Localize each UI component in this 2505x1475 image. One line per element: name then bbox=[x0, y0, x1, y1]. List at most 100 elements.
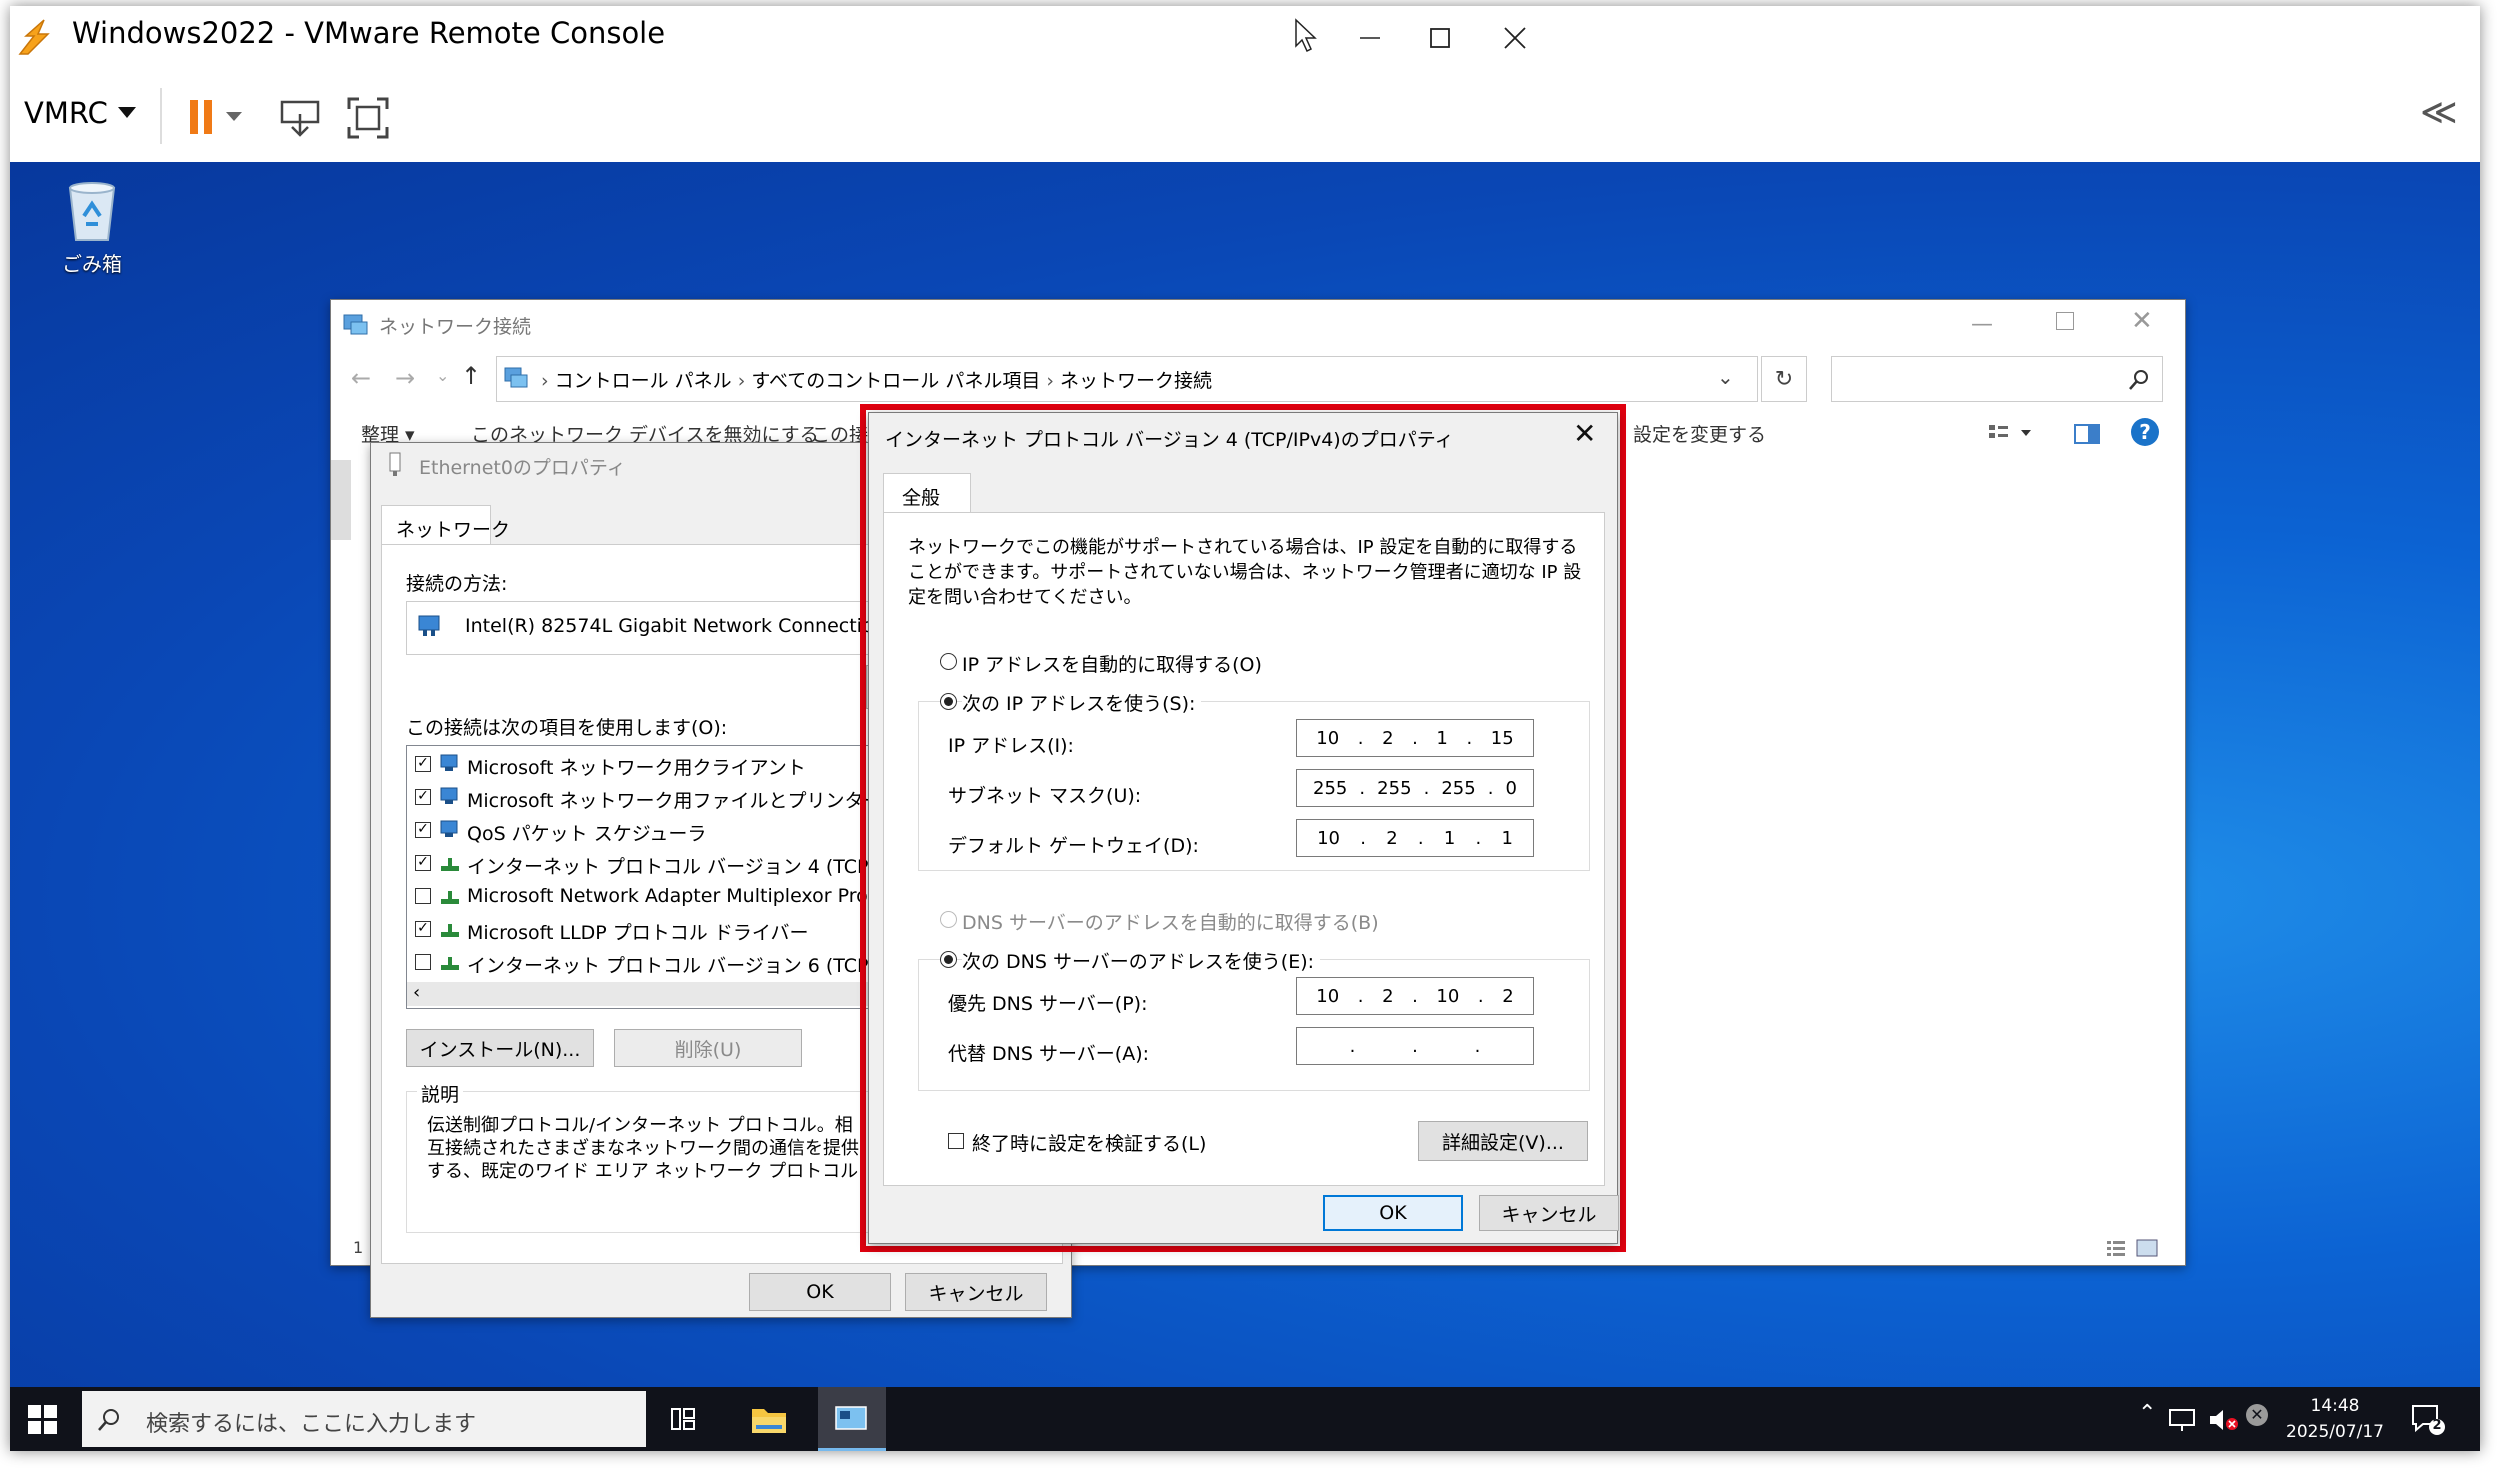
validate-label[interactable]: 終了時に設定を検証する(L) bbox=[972, 1129, 1206, 1156]
protocol-icon bbox=[441, 858, 459, 871]
control-panel-icon bbox=[835, 1406, 867, 1430]
notification-close-icon[interactable]: ✕ bbox=[2246, 1404, 2268, 1426]
tab-general[interactable]: 全般 bbox=[883, 473, 971, 514]
manual-dns-label[interactable]: 次の DNS サーバーのアドレスを使う(E): bbox=[962, 947, 1321, 974]
auto-ip-label[interactable]: IP アドレスを自動的に取得する(O) bbox=[962, 650, 1262, 677]
items-label: この接続は次の項目を使用します(O): bbox=[406, 717, 728, 739]
alternate-dns-label: 代替 DNS サーバー(A): bbox=[948, 1043, 1150, 1065]
send-ctrl-alt-del-icon[interactable] bbox=[278, 96, 322, 140]
breadcrumb-item[interactable]: コントロール パネル bbox=[555, 370, 732, 392]
clock[interactable]: 14:48 2025/07/17 bbox=[2280, 1393, 2390, 1445]
manual-dns-radio[interactable] bbox=[940, 951, 957, 968]
alternate-dns-input[interactable]: ... bbox=[1296, 1027, 1534, 1065]
breadcrumb-item[interactable]: すべてのコントロール パネル項目 bbox=[751, 370, 1040, 392]
clock-date: 2025/07/17 bbox=[2286, 1422, 2384, 1442]
maximize-icon bbox=[1430, 28, 1450, 48]
client-icon bbox=[440, 820, 458, 837]
gateway-input[interactable]: 10. 2. 1. 1 bbox=[1296, 819, 1534, 857]
view-toggle-icons[interactable] bbox=[2105, 1237, 2165, 1259]
tab-network[interactable]: ネットワーク bbox=[381, 505, 510, 546]
change-settings-command[interactable]: 設定を変更する bbox=[1633, 420, 1766, 447]
eth-cancel-button[interactable]: キャンセル bbox=[905, 1273, 1047, 1311]
item-checkbox[interactable]: ✓ bbox=[415, 855, 431, 871]
item-label: インターネット プロトコル バージョン 6 (TCP/IPv6) bbox=[467, 955, 923, 977]
breadcrumb-item[interactable]: ネットワーク接続 bbox=[1060, 370, 1212, 392]
forward-icon[interactable]: → bbox=[395, 364, 415, 392]
recycle-bin-shortcut[interactable]: ごみ箱 bbox=[42, 180, 142, 277]
collapse-library-icon[interactable]: ≪ bbox=[2420, 92, 2458, 133]
ip-address-input[interactable]: 10. 2. 1. 15 bbox=[1296, 719, 1534, 757]
ip-address-label: IP アドレス(I): bbox=[948, 735, 1074, 757]
up-icon[interactable]: ↑ bbox=[461, 362, 481, 390]
scroll-left-icon[interactable]: ‹ bbox=[413, 982, 420, 1003]
maximize-button[interactable] bbox=[1410, 6, 1470, 70]
refresh-icon[interactable]: ↻ bbox=[1761, 356, 1807, 402]
breadcrumb: › コントロール パネル › すべてのコントロール パネル項目 › ネットワーク… bbox=[541, 370, 1213, 392]
address-bar[interactable]: › コントロール パネル › すべてのコントロール パネル項目 › ネットワーク… bbox=[496, 356, 1758, 402]
tab-general-label: 全般 bbox=[902, 487, 941, 509]
description-label: 説明 bbox=[417, 1080, 464, 1107]
vmrc-toolbar: VMRC ≪ bbox=[10, 74, 2480, 163]
ip-octet: 15 bbox=[1490, 727, 1514, 749]
install-button[interactable]: インストール(N)... bbox=[406, 1029, 594, 1067]
item-label: QoS パケット スケジューラ bbox=[467, 823, 707, 845]
pause-button[interactable] bbox=[188, 98, 244, 138]
address-dropdown-icon[interactable]: ⌄ bbox=[1717, 365, 1734, 389]
fullscreen-icon[interactable] bbox=[346, 96, 390, 140]
validate-checkbox[interactable] bbox=[948, 1133, 964, 1149]
minimize-button[interactable] bbox=[1340, 6, 1400, 70]
recent-chevron-icon[interactable]: ⌄ bbox=[436, 366, 449, 385]
ip-dot: . bbox=[1487, 777, 1494, 799]
vmrc-menu-button[interactable]: VMRC bbox=[24, 96, 136, 130]
tray-chevron-up-icon[interactable]: ⌃ bbox=[2138, 1401, 2156, 1426]
item-checkbox[interactable]: ✓ bbox=[415, 921, 431, 937]
file-explorer-icon[interactable] bbox=[750, 1403, 788, 1435]
search-icon bbox=[98, 1409, 119, 1431]
manual-ip-radio[interactable] bbox=[940, 693, 957, 710]
item-checkbox[interactable]: ✓ bbox=[415, 789, 431, 805]
ip-octet: 10 bbox=[1436, 985, 1460, 1007]
volume-muted-icon[interactable] bbox=[2208, 1407, 2240, 1433]
item-checkbox[interactable] bbox=[415, 888, 431, 904]
explorer-search-input[interactable] bbox=[1831, 356, 2163, 402]
close-button[interactable] bbox=[1480, 6, 1550, 70]
auto-ip-radio[interactable] bbox=[940, 653, 957, 670]
explorer-title-bar: ネットワーク接続 — ✕ bbox=[331, 300, 2185, 352]
ip-dot: . bbox=[1360, 827, 1366, 849]
taskbar-search-box[interactable]: 検索するには、ここに入力します bbox=[82, 1391, 646, 1447]
explorer-maximize-button[interactable] bbox=[2056, 312, 2074, 330]
auto-dns-label[interactable]: DNS サーバーのアドレスを自動的に取得する(B) bbox=[962, 908, 1379, 935]
item-checkbox[interactable]: ✓ bbox=[415, 756, 431, 772]
auto-dns-radio[interactable] bbox=[940, 911, 957, 928]
ipv4-cancel-button[interactable]: キャンセル bbox=[1479, 1195, 1619, 1231]
subnet-mask-input[interactable]: 255. 255. 255. 0 bbox=[1296, 769, 1534, 807]
ip-octet: 255 bbox=[1313, 777, 1348, 799]
toolbar-divider bbox=[160, 88, 162, 144]
advanced-button[interactable]: 詳細設定(V)... bbox=[1418, 1121, 1588, 1161]
eth-ok-button[interactable]: OK bbox=[749, 1273, 891, 1311]
preferred-dns-input[interactable]: 10. 2. 10. 2 bbox=[1296, 977, 1534, 1015]
network-connections-taskbar-button[interactable] bbox=[818, 1387, 886, 1451]
explorer-minimize-button[interactable]: — bbox=[1971, 312, 1993, 337]
ipv4-close-icon[interactable]: ✕ bbox=[1573, 417, 1596, 450]
tab-network-label: ネットワーク bbox=[396, 519, 511, 541]
item-checkbox[interactable] bbox=[415, 954, 431, 970]
ip-octet: 1 bbox=[1443, 827, 1456, 849]
preview-pane-icon[interactable] bbox=[2073, 422, 2101, 446]
item-label: インターネット プロトコル バージョン 4 (TCP/IPv4) bbox=[467, 856, 923, 878]
network-status-icon[interactable] bbox=[2168, 1407, 2198, 1433]
explorer-close-button[interactable]: ✕ bbox=[2131, 306, 2153, 336]
nic-icon bbox=[418, 615, 440, 636]
client-icon bbox=[440, 787, 458, 804]
ip-octet: 2 bbox=[1382, 985, 1394, 1007]
item-checkbox[interactable]: ✓ bbox=[415, 822, 431, 838]
window-title: Windows2022 - VMware Remote Console bbox=[72, 16, 666, 50]
task-view-icon[interactable] bbox=[670, 1405, 702, 1433]
ipv4-ok-button[interactable]: OK bbox=[1323, 1195, 1463, 1231]
item-label: Microsoft ネットワーク用ファイルとプリンター共有 bbox=[467, 790, 921, 812]
manual-ip-label[interactable]: 次の IP アドレスを使う(S): bbox=[962, 689, 1202, 716]
view-options-icon[interactable] bbox=[1987, 422, 2037, 446]
windows-start-icon[interactable] bbox=[28, 1405, 58, 1435]
help-icon[interactable]: ? bbox=[2131, 418, 2159, 446]
back-icon[interactable]: ← bbox=[351, 364, 371, 392]
